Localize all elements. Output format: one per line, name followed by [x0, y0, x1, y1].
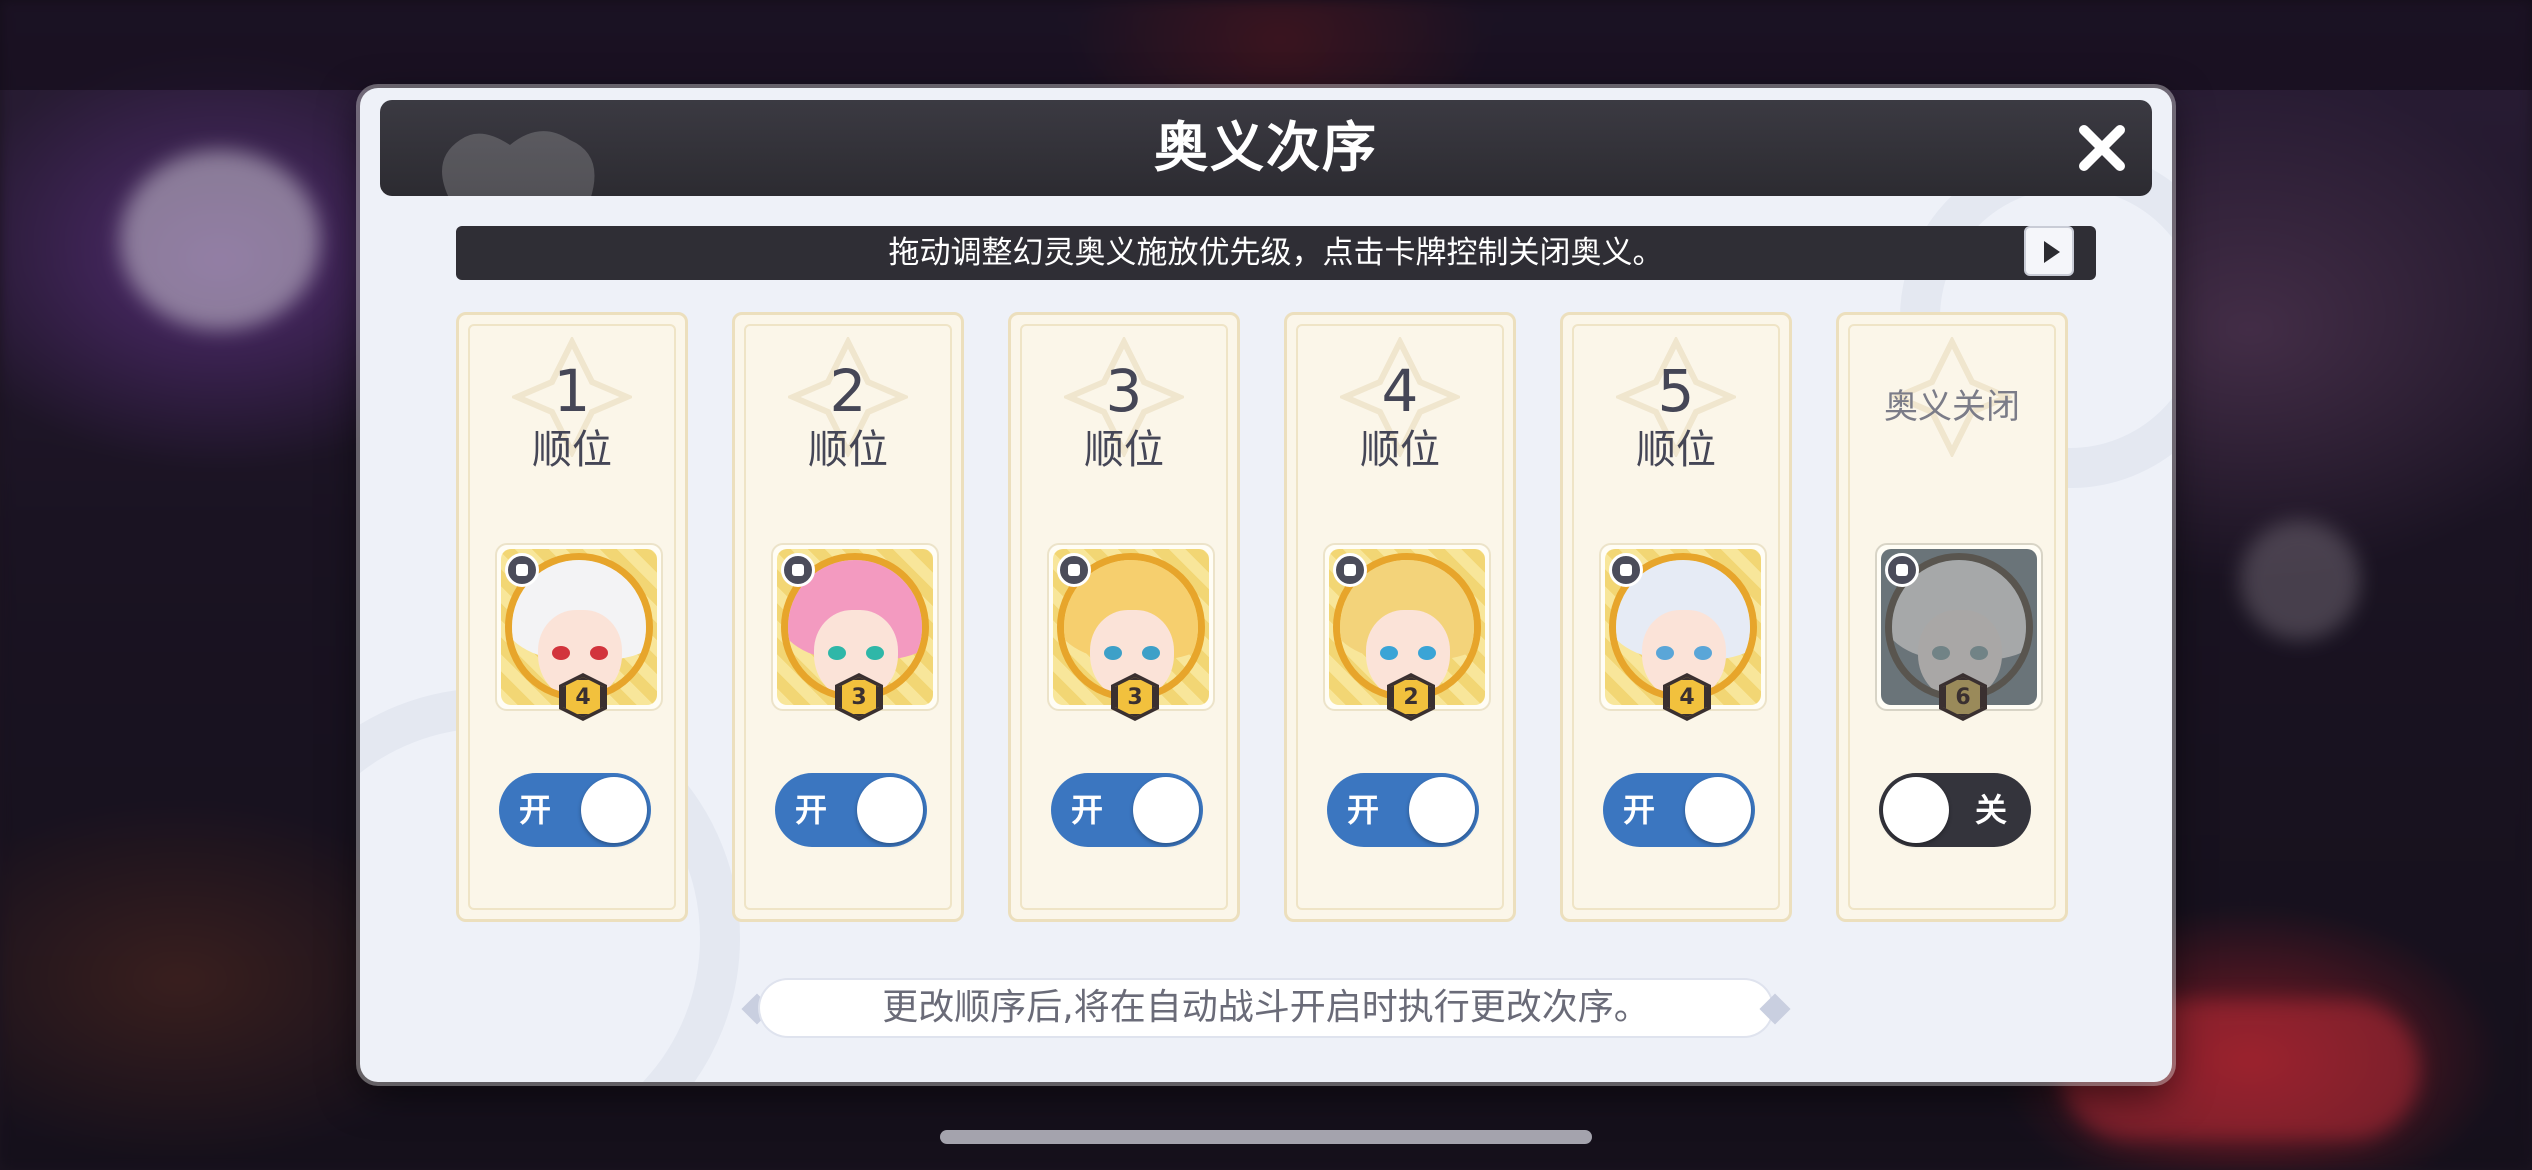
character-eye [1694, 646, 1712, 660]
bird-icon [781, 553, 815, 587]
ultimate-card-3[interactable]: 3 顺位 3 开 [1008, 312, 1240, 922]
character-eye [1380, 646, 1398, 660]
character-eye [1932, 646, 1950, 660]
character-portrait: 6 [1875, 543, 2043, 721]
title-bar: 奥义次序 [380, 100, 2152, 200]
order-label: 顺位 [1360, 427, 1440, 473]
game-top-bar [0, 0, 2532, 90]
background-blob [2240, 520, 2360, 640]
character-portrait: 2 [1323, 543, 1491, 721]
book-icon [505, 553, 539, 587]
character-eye [590, 646, 608, 660]
toggle-switch[interactable]: 开 [775, 773, 927, 847]
character-eye [1656, 646, 1674, 660]
character-eye [552, 646, 570, 660]
footer-note: 更改顺序后,将在自动战斗开启时执行更改次序。 [760, 980, 1772, 1036]
play-arrow-icon[interactable] [2024, 226, 2074, 276]
order-label: 顺位 [532, 427, 612, 473]
ultimate-order-dialog: 奥义次序 拖动调整幻灵奥义施放优先级，点击卡牌控制关闭奥义。 1 顺位 4 开 … [360, 88, 2172, 1082]
ultimate-card-disabled[interactable]: 奥义关闭 6 关 [1836, 312, 2068, 922]
book-icon [1885, 553, 1919, 587]
toggle-knob [1409, 777, 1475, 843]
order-number: 4 [1381, 357, 1419, 425]
order-number: 1 [553, 357, 591, 425]
ultimate-off-label: 奥义关闭 [1884, 387, 2020, 427]
character-portrait: 3 [1047, 543, 1215, 721]
order-label: 顺位 [1084, 427, 1164, 473]
character-portrait: 3 [771, 543, 939, 721]
toggle-label: 开 [795, 791, 828, 829]
character-portrait: 4 [495, 543, 663, 721]
toggle-knob [581, 777, 647, 843]
character-eye [1418, 646, 1436, 660]
character-eye [1142, 646, 1160, 660]
ultimate-card-4[interactable]: 4 顺位 2 开 [1284, 312, 1516, 922]
ultimate-card-5[interactable]: 5 顺位 4 开 [1560, 312, 1792, 922]
order-label: 顺位 [1636, 427, 1716, 473]
toggle-knob [1883, 777, 1949, 843]
order-number: 5 [1657, 357, 1695, 425]
hint-bar: 拖动调整幻灵奥义施放优先级，点击卡牌控制关闭奥义。 [456, 226, 2096, 280]
ultimate-card-1[interactable]: 1 顺位 4 开 [456, 312, 688, 922]
toggle-switch[interactable]: 开 [1327, 773, 1479, 847]
home-indicator[interactable] [940, 1130, 1592, 1144]
order-number: 2 [829, 357, 867, 425]
hammer-icon [1057, 553, 1091, 587]
toggle-knob [1133, 777, 1199, 843]
character-eye [828, 646, 846, 660]
spade-icon [1609, 553, 1643, 587]
toggle-label: 开 [1347, 791, 1380, 829]
background-blob [120, 150, 320, 330]
toggle-label: 开 [519, 791, 552, 829]
order-number: 3 [1105, 357, 1143, 425]
toggle-label: 开 [1623, 791, 1656, 829]
character-eye [1104, 646, 1122, 660]
character-eye [866, 646, 884, 660]
order-label: 顺位 [808, 427, 888, 473]
toggle-label: 关 [1974, 791, 2007, 829]
ultimate-card-2[interactable]: 2 顺位 3 开 [732, 312, 964, 922]
toggle-switch[interactable]: 关 [1879, 773, 2031, 847]
character-eye [1970, 646, 1988, 660]
shield-icon [1333, 553, 1367, 587]
dialog-title: 奥义次序 [1154, 116, 1378, 179]
character-portrait: 4 [1599, 543, 1767, 721]
toggle-switch[interactable]: 开 [1051, 773, 1203, 847]
card-list: 1 顺位 4 开 2 顺位 3 开 3 顺位 3 开 4 顺位 2 开 5 顺位… [456, 312, 2086, 922]
toggle-switch[interactable]: 开 [499, 773, 651, 847]
toggle-label: 开 [1071, 791, 1104, 829]
toggle-knob [1685, 777, 1751, 843]
toggle-switch[interactable]: 开 [1603, 773, 1755, 847]
toggle-knob [857, 777, 923, 843]
close-icon[interactable] [2072, 118, 2132, 178]
